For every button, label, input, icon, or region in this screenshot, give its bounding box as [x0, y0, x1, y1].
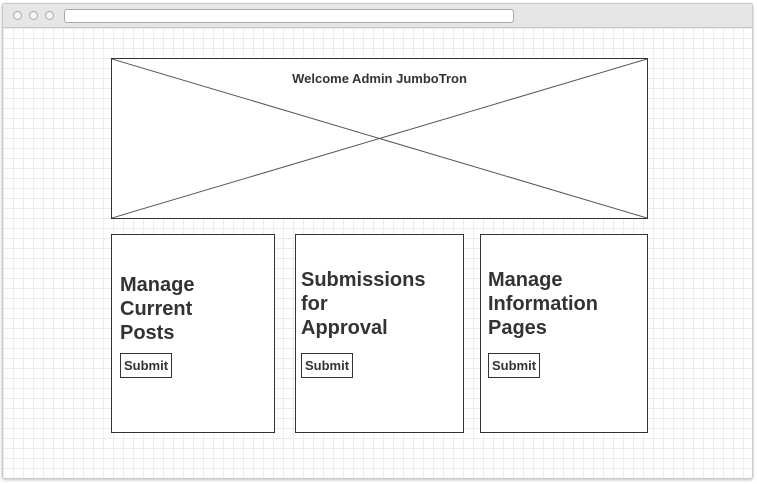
card-manage-information-pages: Manage Information Pages Submit: [480, 234, 648, 433]
card-title: Manage Information Pages: [488, 268, 598, 340]
card-title-line: Information: [488, 293, 598, 315]
card-title-line: Manage: [488, 269, 563, 291]
card-title-line: Manage: [120, 274, 195, 296]
card-manage-current-posts: Manage Current Posts Submit: [111, 234, 275, 433]
page-viewport: Welcome Admin JumboTron Manage Current P…: [3, 28, 752, 478]
minimize-window-icon[interactable]: [29, 11, 38, 20]
card-title-line: Posts: [120, 322, 175, 344]
jumbotron-title: Welcome Admin JumboTron: [292, 71, 467, 86]
submit-button-manage-current-posts[interactable]: Submit: [120, 353, 173, 378]
browser-chrome-bar: [3, 4, 752, 28]
address-bar[interactable]: [64, 9, 514, 23]
card-title-line: Pages: [488, 317, 547, 339]
close-window-icon[interactable]: [13, 11, 22, 20]
browser-window: Welcome Admin JumboTron Manage Current P…: [2, 3, 753, 479]
card-title: Submissions for Approval: [301, 268, 425, 340]
card-submissions-for-approval: Submissions for Approval Submit: [295, 234, 464, 433]
card-title-line: Approval: [301, 317, 388, 339]
card-title-line: Submissions: [301, 269, 426, 291]
submit-button-manage-information-pages[interactable]: Submit: [488, 353, 541, 378]
card-title: Manage Current Posts: [120, 273, 194, 345]
card-title-line: Current: [120, 298, 193, 320]
submit-button-submissions-for-approval[interactable]: Submit: [301, 353, 354, 378]
card-title-line: for: [301, 293, 328, 315]
maximize-window-icon[interactable]: [45, 11, 54, 20]
jumbotron-image-placeholder: Welcome Admin JumboTron: [111, 58, 648, 219]
